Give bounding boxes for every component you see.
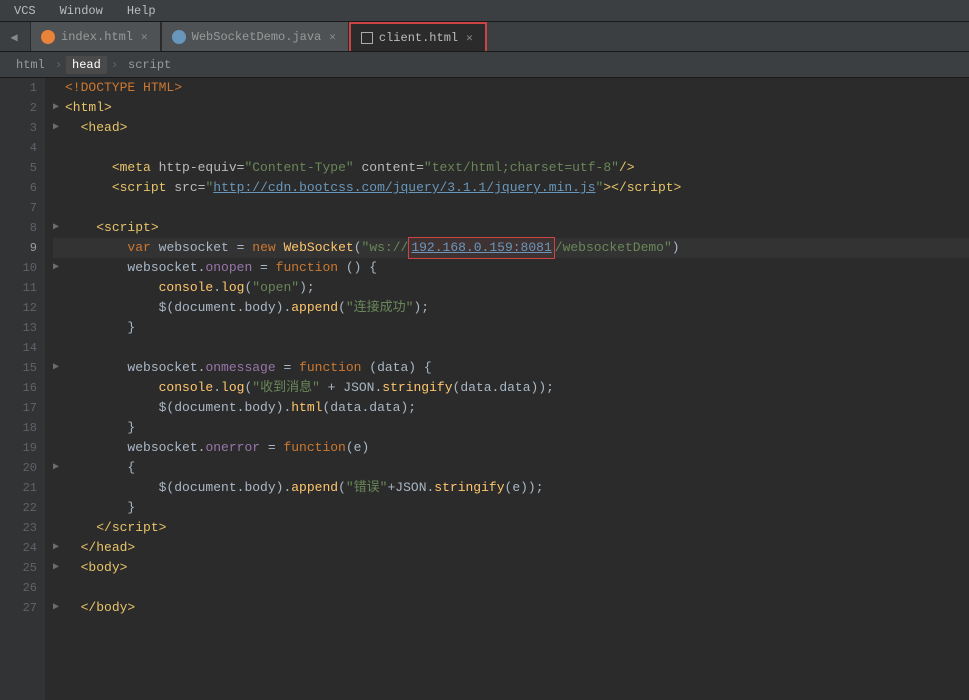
tab-websocket-demo[interactable]: WebSocketDemo.java ✕ [161, 22, 349, 51]
line-num-23: 23 [0, 518, 37, 538]
line-num-2: 2 [0, 98, 37, 118]
code-line-12: $(document.body). append ( "连接成功" ); [53, 298, 969, 318]
code-line-27: ▶ </body> [53, 598, 969, 618]
code-line-22: } [53, 498, 969, 518]
url-highlight: 192.168.0.159:8081 [408, 237, 554, 259]
line-num-8: 8 [0, 218, 37, 238]
line-num-26: 26 [0, 578, 37, 598]
line-num-5: 5 [0, 158, 37, 178]
code-line-9: var websocket = new WebSocket ( "ws://19… [53, 238, 969, 258]
index-html-icon [41, 30, 55, 44]
tab-index-html-close[interactable]: ✕ [139, 30, 150, 44]
line-num-27: 27 [0, 598, 37, 618]
line-num-4: 4 [0, 138, 37, 158]
tab-index-html[interactable]: index.html ✕ [30, 22, 161, 51]
line-num-1: 1 [0, 78, 37, 98]
line-num-10: 10 [0, 258, 37, 278]
code-line-25: ▶ <body> [53, 558, 969, 578]
code-line-23: </script> [53, 518, 969, 538]
code-line-20: ▶ { [53, 458, 969, 478]
code-line-17: $(document.body). html (data.data); [53, 398, 969, 418]
breadcrumb-head[interactable]: head [66, 56, 107, 74]
line-num-3: 3 [0, 118, 37, 138]
menu-help[interactable]: Help [121, 2, 162, 20]
code-line-6: <script src="http://cdn.bootcss.com/jque… [53, 178, 969, 198]
code-line-5: <meta http-equiv="Content-Type" content=… [53, 158, 969, 178]
line-num-9: 9 [0, 238, 37, 258]
code-line-21: $(document.body). append ( "错误" +JSON. s… [53, 478, 969, 498]
code-line-1: <!DOCTYPE HTML> [53, 78, 969, 98]
line-num-19: 19 [0, 438, 37, 458]
tab-client-html-label: client.html [379, 31, 458, 45]
line-num-12: 12 [0, 298, 37, 318]
code-editor[interactable]: <!DOCTYPE HTML> ▶ <html> ▶ <head> <meta … [45, 78, 969, 700]
code-line-14 [53, 338, 969, 358]
line-num-14: 14 [0, 338, 37, 358]
tab-client-html-close[interactable]: ✕ [464, 31, 475, 45]
code-line-7 [53, 198, 969, 218]
code-line-2: ▶ <html> [53, 98, 969, 118]
line-num-15: 15 [0, 358, 37, 378]
code-line-4 [53, 138, 969, 158]
breadcrumb-html[interactable]: html [10, 56, 51, 74]
code-line-16: console . log ( "收到消息" + JSON. stringify… [53, 378, 969, 398]
line-num-11: 11 [0, 278, 37, 298]
code-line-8: ▶ <script> [53, 218, 969, 238]
editor-container: 1 2 3 4 5 6 7 8 9 10 11 12 13 14 15 16 1… [0, 78, 969, 700]
sidebar-toggle[interactable]: ◀ [0, 22, 28, 52]
code-line-18: } [53, 418, 969, 438]
breadcrumb-script[interactable]: script [122, 56, 177, 74]
menu-bar: VCS Window Help [0, 0, 969, 22]
menu-vcs[interactable]: VCS [8, 2, 42, 20]
line-gutter: 1 2 3 4 5 6 7 8 9 10 11 12 13 14 15 16 1… [0, 78, 45, 700]
menu-window[interactable]: Window [54, 2, 109, 20]
line-num-16: 16 [0, 378, 37, 398]
code-line-11: console . log ( "open" ); [53, 278, 969, 298]
line-num-25: 25 [0, 558, 37, 578]
tab-index-html-label: index.html [61, 30, 133, 44]
tabs-bar: ◀ index.html ✕ WebSocketDemo.java ✕ clie… [0, 22, 969, 52]
tab-websocket-label: WebSocketDemo.java [192, 30, 322, 44]
line-num-18: 18 [0, 418, 37, 438]
tab-client-html[interactable]: client.html ✕ [349, 22, 487, 51]
code-line-10: ▶ websocket. onopen = function () { [53, 258, 969, 278]
code-line-3: ▶ <head> [53, 118, 969, 138]
breadcrumb-bar: html › head › script [0, 52, 969, 78]
tab-websocket-close[interactable]: ✕ [327, 30, 338, 44]
line-num-13: 13 [0, 318, 37, 338]
client-html-icon [361, 32, 373, 44]
line-num-20: 20 [0, 458, 37, 478]
line-num-21: 21 [0, 478, 37, 498]
line-num-24: 24 [0, 538, 37, 558]
code-line-13: } [53, 318, 969, 338]
code-line-26 [53, 578, 969, 598]
code-line-24: ▶ </head> [53, 538, 969, 558]
code-line-15: ▶ websocket. onmessage = function (data)… [53, 358, 969, 378]
code-line-19: websocket. onerror = function (e) [53, 438, 969, 458]
line-num-6: 6 [0, 178, 37, 198]
line-num-22: 22 [0, 498, 37, 518]
line-num-17: 17 [0, 398, 37, 418]
line-num-7: 7 [0, 198, 37, 218]
java-icon [172, 30, 186, 44]
